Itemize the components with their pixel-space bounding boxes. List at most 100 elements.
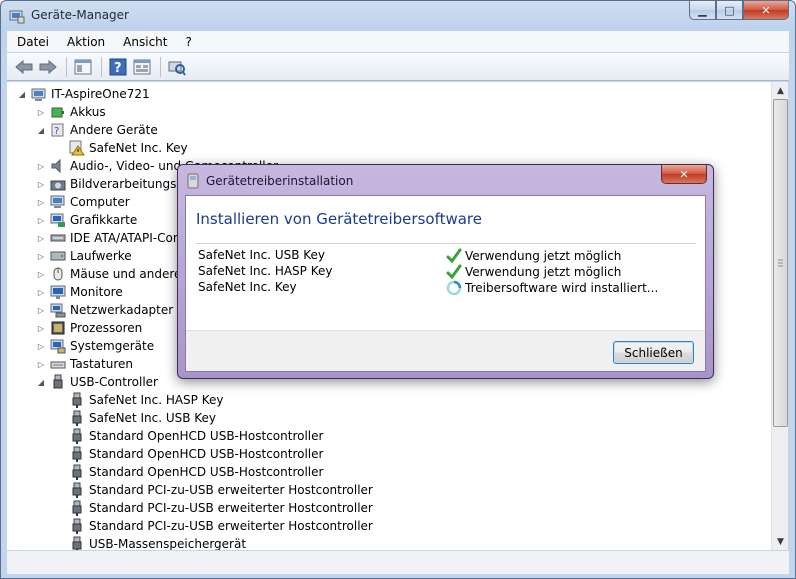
expand-icon[interactable]: ▷ [36, 269, 46, 279]
tree-category-node[interactable]: ▷ Tastaturen [36, 355, 133, 373]
tree-device-node[interactable]: SafeNet Inc. USB Key [55, 409, 216, 427]
collapse-icon[interactable]: ◢ [36, 125, 46, 135]
tree-category-node[interactable]: ◢? Andere Geräte [36, 121, 158, 139]
svg-text:?: ? [114, 61, 122, 76]
expand-icon[interactable]: ▷ [36, 323, 46, 333]
title-bar[interactable]: Geräte-Manager ▁ □ ✕ [1, 1, 795, 31]
divider [196, 243, 696, 244]
expand-icon[interactable]: ▷ [36, 359, 46, 369]
tree-device-node[interactable]: Standard OpenHCD USB-Hostcontroller [55, 445, 323, 463]
maximize-icon: □ [724, 3, 735, 17]
scan-hardware-button[interactable] [166, 56, 188, 78]
tree-device-node[interactable]: Standard PCI-zu-USB erweiterter Hostcont… [55, 499, 373, 517]
expand-icon[interactable]: ▷ [36, 179, 46, 189]
menu-aktion[interactable]: Aktion [57, 35, 113, 49]
close-button[interactable]: ✕ [743, 1, 789, 20]
properties-icon [74, 59, 92, 74]
tree-category-node[interactable]: ▷ Monitore [36, 283, 123, 301]
expand-icon[interactable]: ▷ [36, 341, 46, 351]
help-button[interactable]: ? [107, 56, 129, 78]
toolbar-separator [160, 56, 161, 77]
minimize-icon: ▁ [698, 3, 707, 17]
menu-help[interactable]: ? [175, 35, 199, 49]
tree-category-node[interactable]: ▷ Systemgeräte [36, 337, 154, 355]
forward-icon [39, 59, 57, 74]
toolbar-separator [101, 56, 102, 77]
expand-icon[interactable]: ▷ [36, 305, 46, 315]
tree-device-node[interactable]: Standard OpenHCD USB-Hostcontroller [55, 463, 323, 481]
tree-category-node[interactable]: ◢ USB-Controller [36, 373, 158, 391]
tree-category-node[interactable]: ▷ Laufwerke [36, 247, 132, 265]
network-adapter-icon [50, 302, 66, 318]
collapse-icon[interactable]: ◢ [36, 377, 46, 387]
computer-root-icon [31, 86, 47, 102]
usb-plug-icon [69, 500, 85, 516]
camera-icon [50, 176, 66, 192]
display-adapter-icon [50, 212, 66, 228]
tree-device-node[interactable]: SafeNet Inc. HASP Key [55, 391, 223, 409]
close-dialog-button[interactable]: Schließen [613, 341, 694, 364]
device-name: SafeNet Inc. HASP Key [198, 264, 333, 278]
back-button[interactable] [13, 56, 35, 78]
device-status-text: Verwendung jetzt möglich [465, 249, 622, 263]
usb-plug-icon [69, 536, 85, 550]
close-icon: ✕ [679, 167, 689, 181]
usb-plug-icon [69, 482, 85, 498]
device-manager-icon [9, 8, 25, 24]
tree-device-node[interactable]: SafeNet Inc. Key [55, 139, 188, 157]
expand-icon[interactable]: ▷ [36, 107, 46, 117]
tree-root-node[interactable]: ◢ IT-AspireOne721 [17, 85, 150, 103]
device-name: SafeNet Inc. Key [198, 280, 297, 294]
tree-category-node[interactable]: ▷ Grafikkarte [36, 211, 137, 229]
scan-hardware-icon [168, 61, 186, 76]
tree-node-label: IT-AspireOne721 [51, 87, 150, 101]
computer-icon [50, 194, 66, 210]
dialog-close-button[interactable]: ✕ [661, 165, 707, 184]
show-hidden-icon [133, 59, 151, 74]
toolbar-separator [66, 56, 67, 77]
properties-button[interactable] [72, 56, 94, 78]
maximize-button[interactable]: □ [716, 1, 743, 20]
tree-node-label: SafeNet Inc. HASP Key [89, 393, 224, 407]
expand-icon[interactable]: ▷ [36, 161, 46, 171]
scroll-up-icon[interactable]: ▲ [772, 82, 789, 99]
tree-node-label: Andere Geräte [70, 123, 158, 137]
expand-icon[interactable]: ▷ [36, 197, 46, 207]
disk-drive-icon [50, 248, 66, 264]
expand-icon[interactable]: ▷ [36, 287, 46, 297]
tree-category-node[interactable]: ▷ Akkus [36, 103, 106, 121]
tree-category-node[interactable]: ▷ Computer [36, 193, 130, 211]
tree-node-label: Standard PCI-zu-USB erweiterter Hostcont… [89, 501, 373, 515]
tree-category-node[interactable]: ▷ Prozessoren [36, 319, 142, 337]
menu-datei[interactable]: Datei [7, 35, 57, 49]
expand-icon[interactable]: ▷ [36, 233, 46, 243]
usb-plug-icon [69, 428, 85, 444]
tree-device-node[interactable]: Standard PCI-zu-USB erweiterter Hostcont… [55, 517, 373, 535]
collapse-icon[interactable]: ◢ [17, 89, 27, 99]
menu-ansicht[interactable]: Ansicht [113, 35, 175, 49]
check-icon [446, 264, 462, 280]
tree-node-label: Laufwerke [70, 249, 132, 263]
forward-button[interactable] [37, 56, 59, 78]
usb-plug-icon [69, 446, 85, 462]
tree-node-label: Standard PCI-zu-USB erweiterter Hostcont… [89, 519, 373, 533]
tree-node-label: Netzwerkadapter [70, 303, 174, 317]
show-hidden-button[interactable] [131, 56, 153, 78]
scroll-down-icon[interactable]: ▼ [772, 533, 789, 550]
tree-device-node[interactable]: USB-Massenspeichergerät [55, 535, 246, 550]
tree-node-label: USB-Massenspeichergerät [89, 537, 247, 550]
help-icon: ? [109, 58, 127, 76]
expand-icon[interactable]: ▷ [36, 251, 46, 261]
usb-plug-icon [69, 464, 85, 480]
scrollbar-thumb[interactable] [773, 99, 788, 427]
tree-device-node[interactable]: Standard OpenHCD USB-Hostcontroller [55, 427, 323, 445]
vertical-scrollbar[interactable]: ▲ ▼ [771, 82, 788, 550]
tree-category-node[interactable]: ▷ Netzwerkadapter [36, 301, 173, 319]
toolbar: ? [7, 53, 789, 81]
tree-device-node[interactable]: Standard PCI-zu-USB erweiterter Hostcont… [55, 481, 373, 499]
minimize-button[interactable]: ▁ [689, 1, 716, 20]
usb-plug-icon [69, 518, 85, 534]
device-status-text: Verwendung jetzt möglich [465, 265, 622, 279]
expand-icon[interactable]: ▷ [36, 215, 46, 225]
